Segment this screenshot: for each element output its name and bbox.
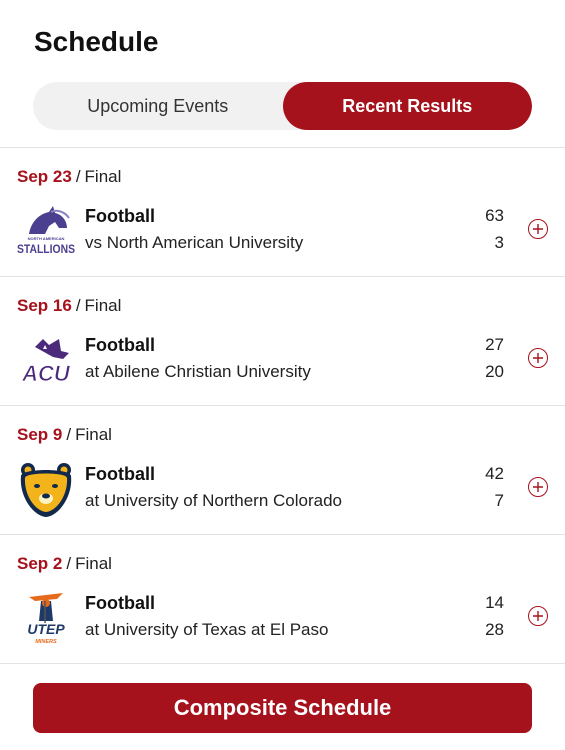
expand-plus-icon[interactable] <box>528 348 548 368</box>
score-home: 14 <box>485 593 504 612</box>
score-away: 28 <box>485 620 504 639</box>
list-item[interactable]: Sep 16/Final ACU Football at Abilene Chr… <box>0 277 565 406</box>
event-date: Sep 23 <box>17 167 72 186</box>
event-date-line: Sep 23/Final <box>17 167 122 186</box>
event-date: Sep 2 <box>17 554 63 573</box>
utep-miners-logo: UTEP MINERS <box>27 593 65 645</box>
stallions-main-text: STALLIONS <box>17 242 75 256</box>
event-opponent: at University of Texas at El Paso <box>85 620 329 639</box>
score-away: 3 <box>494 233 504 252</box>
results-list: Sep 23/Final NORTH AMERICAN STALLIONS Fo… <box>0 147 565 664</box>
list-item[interactable]: Sep 23/Final NORTH AMERICAN STALLIONS Fo… <box>0 148 565 277</box>
list-item[interactable]: Sep 2/Final UTEP MINERS Football at Univ… <box>0 535 565 664</box>
score-home: 63 <box>485 206 504 225</box>
event-sport: Football <box>85 335 155 355</box>
results-toggle: Upcoming Events Recent Results <box>33 82 532 130</box>
acu-wildcats-logo: ACU <box>21 339 71 386</box>
utep-text: UTEP <box>27 621 65 637</box>
composite-schedule-button[interactable]: Composite Schedule <box>33 683 532 733</box>
event-sport: Football <box>85 464 155 484</box>
event-date: Sep 9 <box>17 425 63 444</box>
tab-upcoming-events[interactable]: Upcoming Events <box>33 82 283 130</box>
event-status: Final <box>84 296 122 315</box>
north-american-stallions-logo: NORTH AMERICAN STALLIONS <box>17 206 75 256</box>
score-away: 20 <box>485 362 504 381</box>
expand-plus-icon[interactable] <box>528 477 548 497</box>
event-date-line: Sep 9/Final <box>17 425 112 444</box>
event-sport: Football <box>85 206 155 226</box>
utep-sub-text: MINERS <box>35 639 57 645</box>
event-status: Final <box>84 167 122 186</box>
event-status: Final <box>75 425 112 444</box>
event-status: Final <box>75 554 112 573</box>
event-date-line: Sep 2/Final <box>17 554 112 573</box>
score-home: 27 <box>485 335 504 354</box>
expand-plus-icon[interactable] <box>528 219 548 239</box>
event-opponent: at Abilene Christian University <box>85 362 311 381</box>
event-sport: Football <box>85 593 155 613</box>
list-item[interactable]: Sep 9/Final Football at University of No… <box>0 406 565 535</box>
event-opponent: vs North American University <box>85 233 304 252</box>
event-date-line: Sep 16/Final <box>17 296 122 315</box>
stallions-small-text: NORTH AMERICAN <box>28 236 65 241</box>
score-away: 7 <box>494 491 504 510</box>
expand-plus-icon[interactable] <box>528 606 548 626</box>
score-home: 42 <box>485 464 504 483</box>
event-date: Sep 16 <box>17 296 72 315</box>
northern-colorado-bear-logo <box>20 463 72 517</box>
acu-text: ACU <box>21 361 71 386</box>
event-opponent: at University of Northern Colorado <box>85 491 343 510</box>
tab-recent-results[interactable]: Recent Results <box>282 82 532 130</box>
page-title: Schedule <box>34 26 159 57</box>
